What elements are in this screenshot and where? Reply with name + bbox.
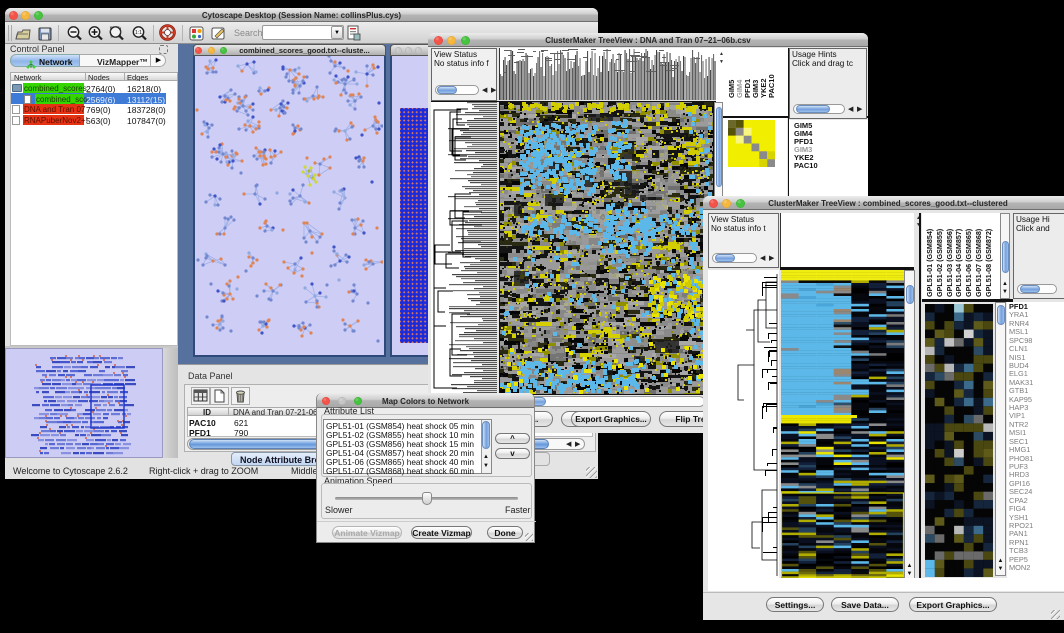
svg-text:1:1: 1:1 [135,30,142,36]
